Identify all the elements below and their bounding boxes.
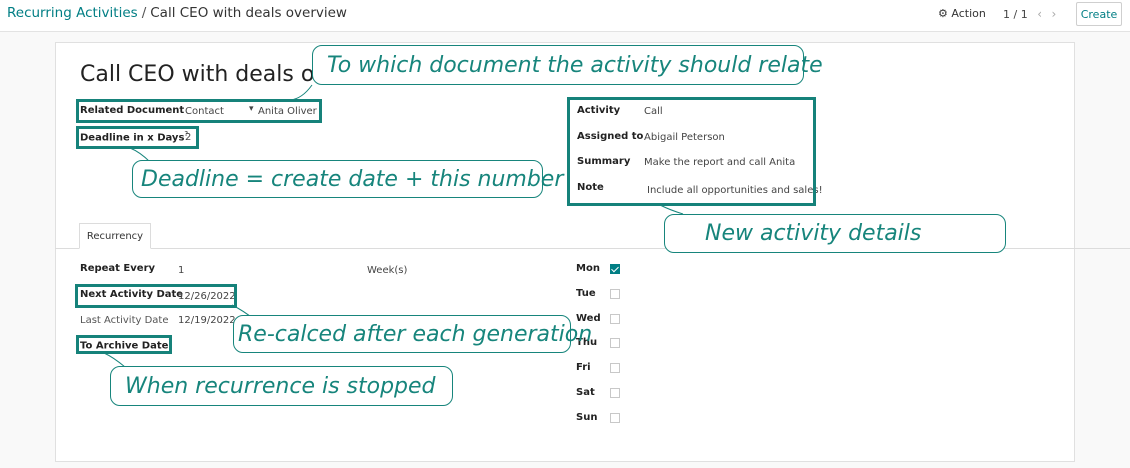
callout-document: To which document the activity should re…	[312, 45, 823, 85]
callout-leader-activity	[659, 204, 684, 215]
callout-leader-archive	[103, 352, 126, 368]
callout-leader-document	[289, 84, 313, 101]
callout-activity: New activity details	[664, 214, 1006, 253]
callout-recalc: Re-calced after each generation	[233, 315, 592, 353]
callout-archive: When recurrence is stopped	[110, 366, 453, 406]
callout-deadline: Deadline = create date + this number	[132, 160, 563, 198]
